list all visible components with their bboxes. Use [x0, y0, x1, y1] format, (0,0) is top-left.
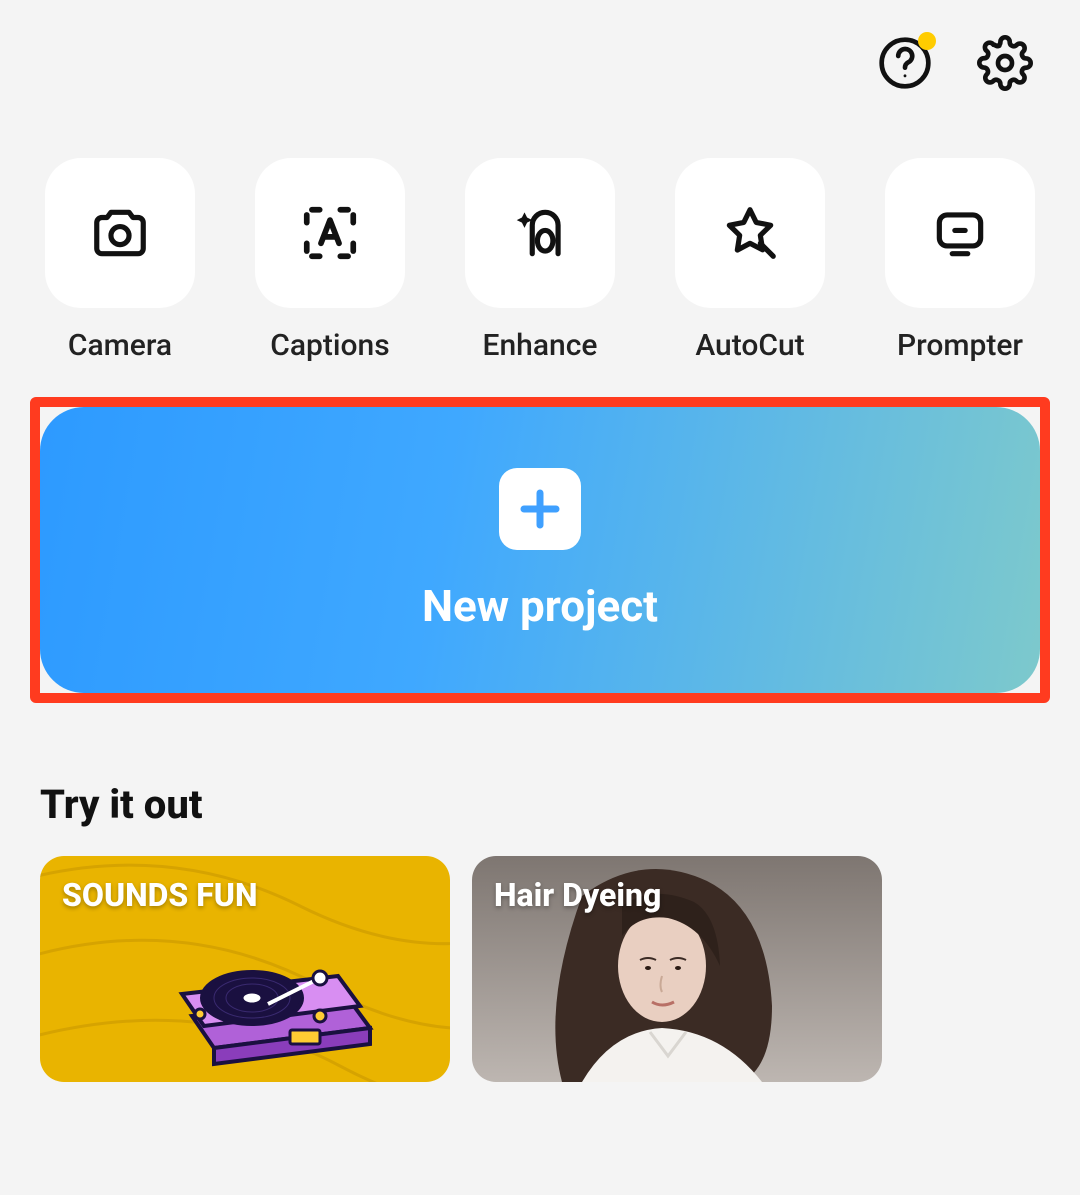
- captions-icon: [299, 202, 361, 264]
- prompter-icon: [929, 202, 991, 264]
- tool-card: [465, 158, 615, 308]
- tool-card: [255, 158, 405, 308]
- record-player-illustration: [170, 906, 390, 1076]
- autocut-icon: [719, 202, 781, 264]
- tool-camera[interactable]: Camera: [40, 158, 200, 363]
- tool-label: AutoCut: [695, 328, 804, 363]
- new-project-highlight: New project: [30, 397, 1050, 703]
- gear-icon: [977, 35, 1033, 91]
- try-cards: SOUNDS FUN: [40, 856, 1040, 1082]
- new-project-button[interactable]: New project: [40, 407, 1040, 693]
- tool-card: [885, 158, 1035, 308]
- topbar: [0, 0, 1080, 98]
- try-card-label: Hair Dyeing: [494, 876, 661, 914]
- tool-label: Captions: [270, 328, 389, 363]
- plus-icon: [516, 485, 564, 533]
- notification-dot: [918, 32, 936, 50]
- tool-card: [45, 158, 195, 308]
- new-project-label: New project: [422, 580, 658, 632]
- try-section-title: Try it out: [40, 781, 1040, 828]
- enhance-icon: [509, 202, 571, 264]
- plus-icon-box: [499, 468, 581, 550]
- tool-label: Camera: [68, 328, 172, 363]
- tool-card: [675, 158, 825, 308]
- settings-button[interactable]: [970, 28, 1040, 98]
- try-card-label: SOUNDS FUN: [62, 876, 257, 914]
- tool-captions[interactable]: Captions: [250, 158, 410, 363]
- tool-autocut[interactable]: AutoCut: [670, 158, 830, 363]
- camera-icon: [89, 202, 151, 264]
- tool-label: Enhance: [483, 328, 598, 363]
- try-card-hair-dyeing[interactable]: Hair Dyeing: [472, 856, 882, 1082]
- help-button[interactable]: [870, 28, 940, 98]
- try-card-sounds-fun[interactable]: SOUNDS FUN: [40, 856, 450, 1082]
- tool-prompter[interactable]: Prompter: [880, 158, 1040, 363]
- tool-label: Prompter: [897, 328, 1023, 363]
- tool-enhance[interactable]: Enhance: [460, 158, 620, 363]
- try-section: Try it out: [0, 703, 1080, 1082]
- tool-row: Camera Captions Enhance: [0, 98, 1080, 363]
